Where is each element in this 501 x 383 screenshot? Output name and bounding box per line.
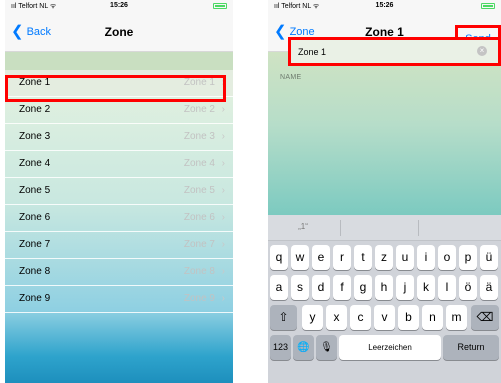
key-n[interactable]: n (422, 305, 443, 330)
chevron-right-icon: › (221, 212, 225, 223)
zone-row[interactable]: Zone 3 Zone 3 › (5, 124, 233, 151)
prediction-bar: „1“ (268, 215, 501, 241)
key-y[interactable]: y (302, 305, 323, 330)
name-field[interactable]: × (288, 37, 501, 66)
keyboard: „1“ qwertzuiopü asdfghjklöä ⇧ ⌫ yxcvbnm … (268, 215, 501, 383)
battery-icon (481, 3, 495, 9)
key-z[interactable]: z (375, 245, 393, 270)
zone-list-screen: ııl Telfort NL ᯤ 15:26 ❮ Back Zone Zone 1… (5, 0, 233, 383)
key-row-4: 123 🌐 🎙 Leerzeichen Return (268, 335, 501, 361)
divider (418, 220, 419, 236)
zone-row-detail: Zone 7 (183, 239, 215, 250)
key-f[interactable]: f (333, 275, 351, 300)
key-x[interactable]: x (326, 305, 347, 330)
name-input[interactable] (288, 37, 468, 66)
key-o[interactable]: o (438, 245, 456, 270)
clear-text-icon[interactable]: × (477, 46, 487, 56)
return-key[interactable]: Return (443, 335, 499, 360)
zone-row[interactable]: Zone 6 Zone 6 › (5, 205, 233, 232)
microphone-icon[interactable]: 🎙 (316, 335, 337, 360)
prediction-suggestion[interactable]: „1“ (268, 222, 338, 231)
zone-row-detail: Zone 9 (183, 293, 215, 304)
zone-row[interactable]: Zone 9 Zone 9 › (5, 286, 233, 313)
chevron-left-icon: ❮ (274, 23, 287, 40)
key-a[interactable]: a (270, 275, 288, 300)
key-s[interactable]: s (291, 275, 309, 300)
shift-key[interactable]: ⇧ (270, 305, 297, 330)
globe-icon[interactable]: 🌐 (293, 335, 314, 360)
list-header (5, 52, 233, 70)
back-button[interactable]: ❮ Back (11, 12, 51, 52)
zone-row-label: Zone 4 (19, 158, 51, 169)
zone-row[interactable]: Zone 4 Zone 4 › (5, 151, 233, 178)
zone-row-detail: Zone 3 (183, 131, 215, 142)
key-ä[interactable]: ä (480, 275, 498, 300)
key-p[interactable]: p (459, 245, 477, 270)
key-l[interactable]: l (438, 275, 456, 300)
backspace-key[interactable]: ⌫ (471, 305, 499, 330)
back-label: Back (26, 26, 52, 38)
zone-row[interactable]: Zone 8 Zone 8 › (5, 259, 233, 286)
zone-row-label: Zone 6 (19, 212, 51, 223)
divider (340, 220, 341, 236)
zone-row-detail: Zone 8 (183, 266, 215, 277)
key-ü[interactable]: ü (480, 245, 498, 270)
key-b[interactable]: b (398, 305, 419, 330)
key-w[interactable]: w (291, 245, 309, 270)
chevron-right-icon: › (221, 185, 225, 196)
key-g[interactable]: g (354, 275, 372, 300)
navigation-bar: ❮ Back Zone (5, 12, 233, 52)
key-t[interactable]: t (354, 245, 372, 270)
zone-row[interactable]: Zone 5 Zone 5 › (5, 178, 233, 205)
zone-row-detail: Zone 4 (183, 158, 215, 169)
key-ö[interactable]: ö (459, 275, 477, 300)
zone-edit-screen: ııl Telfort NL ᯤ 15:26 ❮Zone Zone 1 Send… (268, 0, 501, 383)
key-q[interactable]: q (270, 245, 288, 270)
key-e[interactable]: e (312, 245, 330, 270)
numbers-key[interactable]: 123 (270, 335, 291, 360)
zone-row-label: Zone 9 (19, 293, 51, 304)
status-bar: ııl Telfort NL ᯤ 15:26 (5, 0, 233, 12)
key-row-3: ⇧ ⌫ yxcvbnm (268, 305, 501, 331)
edit-form: NAME (268, 52, 501, 215)
key-h[interactable]: h (375, 275, 393, 300)
chevron-right-icon: › (221, 239, 225, 250)
chevron-left-icon: ❮ (11, 23, 24, 40)
clock: 15:26 (110, 2, 128, 9)
name-section-label: NAME (280, 74, 302, 81)
chevron-right-icon: › (221, 131, 225, 142)
key-r[interactable]: r (333, 245, 351, 270)
clock: 15:26 (375, 2, 394, 9)
status-bar: ııl Telfort NL ᯤ 15:26 (268, 0, 501, 12)
key-c[interactable]: c (350, 305, 371, 330)
key-d[interactable]: d (312, 275, 330, 300)
chevron-right-icon: › (221, 266, 225, 277)
key-row-1: qwertzuiopü (268, 245, 501, 271)
battery-icon (213, 3, 227, 9)
zone-row-label: Zone 3 (19, 131, 51, 142)
chevron-right-icon: › (221, 158, 225, 169)
space-key[interactable]: Leerzeichen (339, 335, 441, 360)
key-m[interactable]: m (446, 305, 467, 330)
key-j[interactable]: j (396, 275, 414, 300)
zone-row-label: Zone 7 (19, 239, 51, 250)
zone-row-detail: Zone 5 (183, 185, 215, 196)
zone-row-label: Zone 5 (19, 185, 51, 196)
zone-row-detail: Zone 6 (183, 212, 215, 223)
key-i[interactable]: i (417, 245, 435, 270)
key-v[interactable]: v (374, 305, 395, 330)
key-k[interactable]: k (417, 275, 435, 300)
key-row-2: asdfghjklöä (268, 275, 501, 301)
zone-row-label: Zone 8 (19, 266, 51, 277)
highlight-zone-1 (5, 75, 226, 102)
key-u[interactable]: u (396, 245, 414, 270)
zone-row[interactable]: Zone 7 Zone 7 › (5, 232, 233, 259)
chevron-right-icon: › (221, 293, 225, 304)
